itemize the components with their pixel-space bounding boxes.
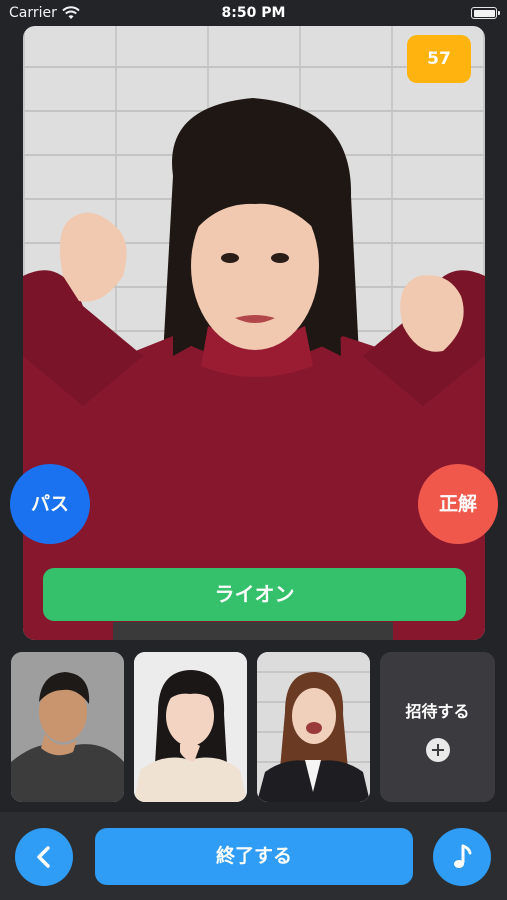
man-thinking-photo	[11, 652, 124, 802]
invite-button[interactable]: 招待する	[380, 652, 495, 802]
end-game-button[interactable]: 終了する	[95, 828, 413, 885]
correct-button[interactable]: 正解	[418, 464, 498, 544]
clock: 8:50 PM	[221, 5, 286, 21]
status-bar: Carrier 8:50 PM	[0, 0, 507, 26]
battery-icon	[471, 7, 500, 19]
woman-laughing-photo	[257, 652, 370, 802]
participants-row: 招待する	[11, 652, 497, 802]
woman-surprised-photo	[134, 652, 247, 802]
back-button[interactable]	[15, 828, 73, 886]
plus-circle-icon	[426, 738, 450, 762]
prompt-card: 57	[23, 26, 485, 640]
chevron-left-icon	[37, 846, 50, 868]
player-tile[interactable]	[134, 652, 247, 802]
player-tile[interactable]	[11, 652, 124, 802]
music-button[interactable]	[433, 828, 491, 886]
player-tile[interactable]	[257, 652, 370, 802]
woman-lion-pose-photo	[23, 98, 485, 640]
invite-label: 招待する	[405, 702, 470, 721]
pass-button[interactable]: パス	[10, 464, 90, 544]
music-note-icon	[454, 844, 472, 868]
timer-badge: 57	[407, 35, 471, 83]
answer-label: ライオン	[43, 568, 466, 621]
